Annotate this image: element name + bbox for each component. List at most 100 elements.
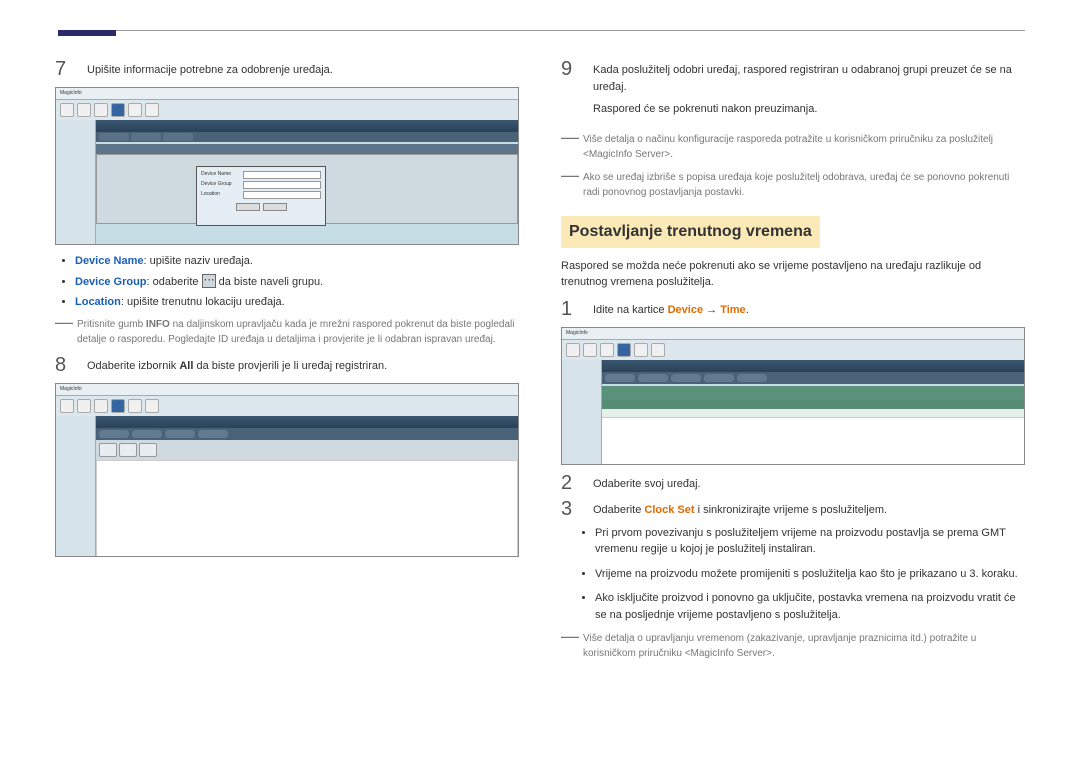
app-icon-bar <box>56 100 518 120</box>
step-text: Odaberite Clock Set i sinkronizirajte vr… <box>593 499 1025 519</box>
approval-input <box>243 171 321 179</box>
left-column: 7 Upišite informacije potrebne za odobre… <box>55 59 519 669</box>
bullet-device-name: Device Name: upišite naziv uređaja. <box>75 253 519 270</box>
screenshot-sidebar <box>56 120 96 244</box>
step8-post: da biste provjerili je li uređaj registr… <box>193 360 387 372</box>
step-7: 7 Upišite informacije potrebne za odobre… <box>55 59 519 79</box>
step1-arrow: → <box>703 304 720 316</box>
toolbar-icon <box>566 343 580 357</box>
browse-icon <box>202 274 216 288</box>
app-title-bar: MagicInfo <box>562 328 1024 340</box>
bullet-text: : upišite naziv uređaja. <box>144 255 253 267</box>
approval-device-group-label: Device Group <box>201 181 239 189</box>
step-number: 8 <box>55 355 73 375</box>
approval-location-label: Location <box>201 191 239 199</box>
sub-bullet: Ako isključite proizvod i ponovno ga ukl… <box>595 590 1025 623</box>
screenshot-tab <box>198 430 228 438</box>
screenshot-subheader <box>96 132 518 142</box>
bullet-location: Location: upišite trenutnu lokaciju uređ… <box>75 294 519 311</box>
toolbar-icon <box>128 399 142 413</box>
step-number: 7 <box>55 59 73 79</box>
step-text: Odaberite izbornik All da biste provjeri… <box>87 355 519 375</box>
step-number: 9 <box>561 59 579 118</box>
approval-input <box>243 191 321 199</box>
step-2: 2 Odaberite svoj uređaj. <box>561 473 1025 493</box>
device-group-label: Device Group <box>75 276 147 288</box>
approval-field: Location <box>201 191 321 199</box>
sub-bullet: Pri prvom povezivanju s poslužiteljem vr… <box>595 525 1025 558</box>
note-body: Više detalja o upravljanju vremenom (zak… <box>583 631 1025 661</box>
step-text: Upišite informacije potrebne za odobrenj… <box>87 59 519 79</box>
screenshot-table-row <box>602 409 1024 418</box>
toolbar-icon <box>651 343 665 357</box>
step1-time: Time <box>720 304 745 316</box>
screenshot-body <box>56 416 518 556</box>
approval-buttons <box>201 203 321 211</box>
note-info-bold: INFO <box>146 319 170 330</box>
screenshot-header <box>96 416 518 428</box>
bullet-text: : upišite trenutnu lokaciju uređaja. <box>121 296 285 308</box>
screenshot-tab <box>163 133 193 141</box>
step-number: 3 <box>561 499 579 519</box>
screenshot-table-head <box>602 386 1024 400</box>
two-column-layout: 7 Upišite informacije potrebne za odobre… <box>55 59 1025 669</box>
step-text: Kada poslužitelj odobri uređaj, raspored… <box>593 59 1025 118</box>
step8-pre: Odaberite izbornik <box>87 360 179 372</box>
approval-field: Device Group <box>201 181 321 189</box>
toolbar-icon <box>600 343 614 357</box>
toolbar-icon <box>60 103 74 117</box>
screenshot-sidebar <box>56 416 96 556</box>
screenshot-table-head-2 <box>602 400 1024 409</box>
screenshot-tab <box>737 374 767 382</box>
bullet-device-group: Device Group: odaberite da biste naveli … <box>75 274 519 291</box>
screenshot-tab <box>638 374 668 382</box>
step-3: 3 Odaberite Clock Set i sinkronizirajte … <box>561 499 1025 519</box>
document-page: 7 Upišite informacije potrebne za odobre… <box>0 0 1080 689</box>
toolbar-button <box>139 443 157 457</box>
step9-line1: Kada poslužitelj odobri uređaj, raspored… <box>593 62 1025 95</box>
screenshot-toolbar <box>96 440 518 460</box>
toolbar-icon <box>111 103 125 117</box>
toolbar-icon <box>145 103 159 117</box>
screenshot-tab <box>132 430 162 438</box>
step9-line2: Raspored će se pokrenuti nakon preuziman… <box>593 101 1025 118</box>
toolbar-icon <box>94 399 108 413</box>
approval-dialog: Device Name Device Group Location <box>196 166 326 226</box>
app-icon-bar <box>56 396 518 416</box>
toolbar-icon <box>77 103 91 117</box>
toolbar-icon <box>583 343 597 357</box>
section-heading: Postavljanje trenutnog vremena <box>561 216 820 248</box>
screenshot-main <box>602 360 1024 464</box>
screenshot-tab <box>99 430 129 438</box>
step-1: 1 Idite na kartice Device → Time. <box>561 299 1025 319</box>
location-label: Location <box>75 296 121 308</box>
note-info: ― Pritisnite gumb INFO na daljinskom upr… <box>55 317 519 347</box>
app-title: MagicInfo <box>60 90 82 96</box>
screenshot-header <box>96 120 518 132</box>
toolbar-icon <box>60 399 74 413</box>
screenshot-tab <box>99 133 129 141</box>
approval-device-name-label: Device Name <box>201 171 239 179</box>
toolbar-button <box>119 443 137 457</box>
device-name-label: Device Name <box>75 255 144 267</box>
step-9: 9 Kada poslužitelj odobri uređaj, raspor… <box>561 59 1025 118</box>
note-body: Ako se uređaj izbriše s popisa uređaja k… <box>583 170 1025 200</box>
step3-pre: Odaberite <box>593 504 644 516</box>
screenshot-device-all: MagicInfo <box>55 383 519 557</box>
screenshot-device-approval: MagicInfo <box>55 87 519 245</box>
bullet-text: : odaberite <box>147 276 202 288</box>
screenshot-data-row <box>96 144 518 154</box>
step-number: 1 <box>561 299 579 319</box>
screenshot-content <box>96 460 518 557</box>
note-delete: ― Ako se uređaj izbriše s popisa uređaja… <box>561 170 1025 200</box>
header-rule <box>58 30 1025 31</box>
approval-cancel-button <box>263 203 287 211</box>
app-title: MagicInfo <box>60 386 82 392</box>
step1-pre: Idite na kartice <box>593 304 668 316</box>
approval-input <box>243 181 321 189</box>
toolbar-icon <box>111 399 125 413</box>
screenshot-sidebar <box>562 360 602 464</box>
step8-all: All <box>179 360 193 372</box>
screenshot-content <box>602 418 1024 465</box>
screenshot-tab <box>131 133 161 141</box>
